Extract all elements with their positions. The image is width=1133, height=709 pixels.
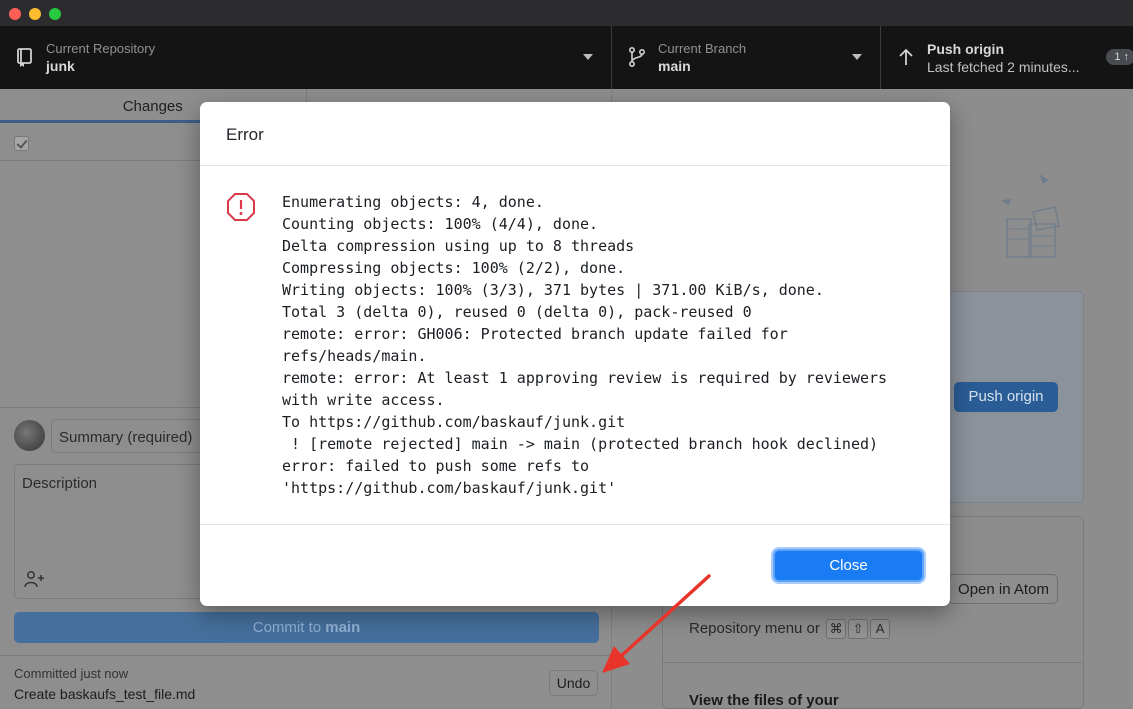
chevron-down-icon [583,54,593,60]
avatar [14,420,45,451]
shift-key: ⇧ [848,619,869,639]
empty-state-illustration [1001,174,1060,258]
commit-button-prefix: Commit to [252,619,326,636]
error-dialog: Error Enumerating objects: 4, done. Coun… [200,102,950,606]
window-close-button[interactable] [9,8,21,20]
current-repository-name: junk [46,58,75,74]
dialog-title: Error [200,102,950,166]
stop-icon [227,193,255,221]
current-branch-name: main [658,58,691,74]
last-commit-time: Committed just now [14,666,129,681]
error-message: Enumerating objects: 4, done. Counting o… [282,193,888,497]
last-commit-message: Create baskaufs_test_file.md [14,686,196,702]
open-in-atom-button[interactable]: Open in Atom [949,574,1058,604]
view-files-heading: View the files of your [689,692,839,709]
arrow-up-icon [899,48,913,65]
push-origin-toolbar-button[interactable]: Push origin Last fetched 2 minutes... 1 … [881,26,1133,89]
push-origin-title: Push origin [927,41,1004,57]
commit-button-branch: main [325,619,361,636]
window-title-bar [0,0,1133,26]
current-branch-label: Current Branch [658,41,747,56]
close-button[interactable]: Close [773,549,924,582]
commit-button[interactable]: Commit to main [14,612,599,643]
annotation-arrow-icon [602,574,711,673]
git-branch-icon [628,46,646,68]
push-origin-button[interactable]: Push origin [954,382,1058,412]
last-commit-row: Committed just now Create baskaufs_test_… [0,655,611,709]
person-add-icon[interactable] [23,570,45,588]
chevron-down-icon [852,54,862,60]
description-placeholder: Description [22,475,98,492]
window-maximize-button[interactable] [49,8,61,20]
dialog-footer: Close [200,524,950,606]
ahead-count-badge: 1 ↑ [1106,49,1133,65]
card-divider [662,662,1084,663]
a-key: A [870,619,891,639]
last-fetched-text: Last fetched 2 minutes... [927,59,1080,75]
current-repository-label: Current Repository [46,41,156,56]
select-all-checkbox[interactable] [14,136,29,151]
app-toolbar: Current Repository junk Current Branch m… [0,26,1133,89]
window-minimize-button[interactable] [29,8,41,20]
current-repository-dropdown[interactable]: Current Repository junk [0,26,612,89]
current-branch-dropdown[interactable]: Current Branch main [612,26,881,89]
repo-icon [17,48,32,67]
command-key: ⌘ [826,619,847,639]
